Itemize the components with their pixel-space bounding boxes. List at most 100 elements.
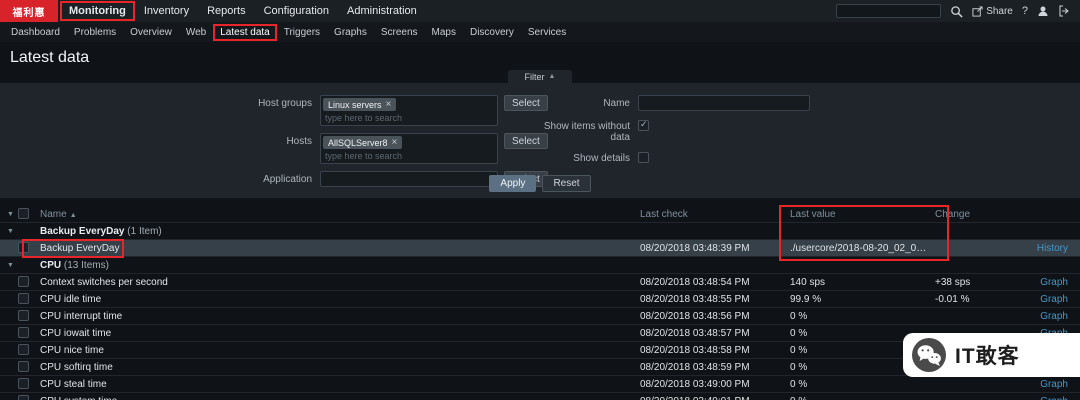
column-last-check[interactable]: Last check — [640, 209, 790, 220]
item-name[interactable]: CPU steal time — [40, 379, 640, 390]
subnav-dashboard[interactable]: Dashboard — [4, 24, 67, 41]
row-checkbox[interactable] — [18, 344, 29, 355]
hosts-label: Hosts — [286, 136, 312, 147]
page-title: Latest data — [10, 49, 90, 66]
item-name[interactable]: CPU iowait time — [40, 328, 640, 339]
name-filter-label: Name — [603, 98, 630, 109]
subnav-graphs[interactable]: Graphs — [327, 24, 374, 41]
nav-inventory[interactable]: Inventory — [135, 1, 198, 21]
subnav-screens[interactable]: Screens — [374, 24, 425, 41]
reset-button[interactable]: Reset — [542, 175, 591, 192]
nav-administration[interactable]: Administration — [338, 1, 426, 21]
nav-configuration[interactable]: Configuration — [255, 1, 338, 21]
wechat-icon — [912, 338, 946, 372]
row-checkbox[interactable] — [18, 327, 29, 338]
name-filter-input[interactable] — [638, 95, 810, 111]
chip-label: Linux servers — [328, 99, 382, 110]
show-details-checkbox[interactable] — [638, 152, 649, 163]
top-bar: 福利惠 Monitoring Inventory Reports Configurat… — [0, 0, 1080, 22]
watermark-badge: IT敢客 — [903, 333, 1080, 377]
nav-monitoring[interactable]: Monitoring — [60, 1, 135, 21]
column-name[interactable]: Name — [40, 209, 67, 220]
graph-link[interactable]: Graph — [1035, 396, 1080, 400]
row-checkbox[interactable] — [18, 293, 29, 304]
subnav-latest-data[interactable]: Latest data — [213, 23, 277, 41]
app-logo[interactable]: 福利惠 — [0, 0, 58, 22]
host-groups-multiselect[interactable]: Linux servers × type here to search — [320, 95, 498, 126]
select-all-checkbox[interactable] — [18, 208, 29, 219]
chip-remove-icon[interactable]: × — [386, 99, 392, 110]
item-name[interactable]: Backup EveryDay — [40, 243, 640, 254]
collapse-icon[interactable]: ▼ — [0, 262, 18, 269]
row-checkbox[interactable] — [18, 361, 29, 372]
group-count: (1 Item) — [127, 225, 162, 237]
change-value: +38 sps — [935, 276, 971, 288]
last-check: 08/20/2018 03:48:57 PM — [640, 327, 750, 339]
change-value: -0.01 % — [935, 293, 970, 305]
subnav-maps[interactable]: Maps — [425, 24, 463, 41]
item-name[interactable]: CPU nice time — [40, 345, 640, 356]
last-check: 08/20/2018 03:49:00 PM — [640, 378, 750, 390]
row-checkbox[interactable] — [18, 242, 29, 253]
item-name[interactable]: CPU interrupt time — [40, 311, 640, 322]
apply-button[interactable]: Apply — [489, 175, 537, 192]
row-checkbox[interactable] — [18, 395, 29, 400]
subnav-services[interactable]: Services — [521, 24, 573, 41]
show-items-checkbox[interactable] — [638, 119, 649, 131]
help-button[interactable]: ? — [1022, 5, 1028, 17]
host-groups-search-placeholder[interactable]: type here to search — [323, 111, 495, 123]
signout-icon[interactable] — [1058, 5, 1070, 17]
graph-link[interactable]: Graph — [1035, 277, 1080, 288]
item-name[interactable]: CPU softirq time — [40, 362, 640, 373]
host-group-chip[interactable]: Linux servers × — [323, 98, 397, 111]
filter-right-column: Name Show items without data Show detail… — [538, 95, 810, 171]
row-checkbox[interactable] — [18, 378, 29, 389]
last-check: 08/20/2018 03:48:56 PM — [640, 310, 750, 322]
share-button[interactable]: Share — [972, 6, 1013, 17]
filter-tab-label: Filter — [524, 71, 545, 82]
page-title-bar: Latest data — [0, 42, 1080, 70]
last-value: ./usercore/2018-08-20_02_00_01.tar ./act… — [790, 242, 935, 254]
filter-toggle-tab[interactable]: Filter ▲ — [508, 70, 572, 83]
subnav-web[interactable]: Web — [179, 24, 213, 41]
last-value: 140 sps — [790, 276, 826, 288]
nav-reports[interactable]: Reports — [198, 1, 255, 21]
chip-remove-icon[interactable]: × — [392, 137, 398, 148]
last-check: 08/20/2018 03:48:59 PM — [640, 361, 750, 373]
graph-link[interactable]: Graph — [1035, 311, 1080, 322]
share-icon — [972, 5, 983, 17]
column-change[interactable]: Change — [935, 209, 1035, 220]
table-row: CPU interrupt time 08/20/2018 03:48:56 PM… — [0, 308, 1080, 325]
last-value: 0 % — [790, 396, 935, 400]
filter-collapse-icon: ▲ — [548, 73, 556, 80]
column-last-value[interactable]: Last value — [790, 209, 935, 220]
subnav-triggers[interactable]: Triggers — [277, 24, 327, 41]
collapse-all-icon[interactable]: ▼ — [0, 211, 18, 218]
filter-panel: Host groups Linux servers × type here to … — [0, 83, 1080, 198]
table-header: ▼ Name ▲ Last check Last value Change — [0, 206, 1080, 223]
graph-link[interactable]: Graph — [1035, 379, 1080, 390]
hosts-search-placeholder[interactable]: type here to search — [323, 149, 495, 161]
subnav-problems[interactable]: Problems — [67, 24, 123, 41]
last-check: 08/20/2018 03:48:39 PM — [640, 242, 750, 254]
row-checkbox[interactable] — [18, 276, 29, 287]
subnav-overview[interactable]: Overview — [123, 24, 179, 41]
search-icon[interactable] — [950, 5, 963, 18]
collapse-icon[interactable]: ▼ — [0, 228, 18, 235]
subnav-discovery[interactable]: Discovery — [463, 24, 521, 41]
sort-asc-icon: ▲ — [69, 211, 77, 219]
table-row: CPU system time08/20/2018 03:49:01 PM0 %… — [0, 393, 1080, 400]
item-name[interactable]: CPU idle time — [40, 294, 640, 305]
global-search-input[interactable] — [836, 4, 942, 18]
row-checkbox[interactable] — [18, 310, 29, 321]
graph-link[interactable]: Graph — [1035, 294, 1080, 305]
user-profile-icon[interactable] — [1037, 5, 1049, 17]
item-name[interactable]: Context switches per second — [40, 277, 640, 288]
history-link[interactable]: History — [1035, 243, 1080, 254]
watermark-text: IT敢客 — [955, 345, 1020, 368]
host-chip[interactable]: AllSQLServer8 × — [323, 136, 403, 149]
table-row: Backup EveryDay 08/20/2018 03:48:39 PM ./u… — [0, 240, 1080, 257]
item-name[interactable]: CPU system time — [40, 396, 640, 400]
group-title: Backup EveryDay (1 Item) — [40, 225, 162, 237]
hosts-multiselect[interactable]: AllSQLServer8 × type here to search — [320, 133, 498, 164]
